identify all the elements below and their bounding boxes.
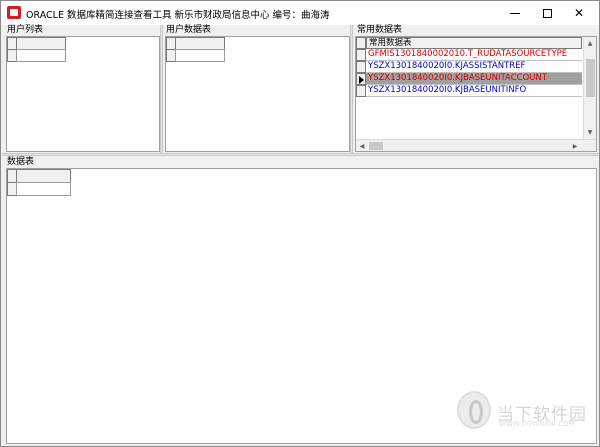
user-list-grid[interactable]: [6, 36, 160, 152]
maximize-icon: [542, 8, 552, 18]
table-row[interactable]: GFMIS1301840002010.T_RUDATASOURCETYPE: [356, 49, 582, 61]
close-icon: ✕: [573, 6, 585, 20]
horizontal-scroll-thumb[interactable]: [369, 142, 383, 150]
user-list-label: 用户列表: [7, 25, 46, 36]
scroll-up-icon[interactable]: ▲: [585, 38, 595, 48]
grid-corner: [356, 37, 366, 49]
common-tables-grid[interactable]: 常用数据表 GFMIS1301840002010.T_RUDATASOURCET…: [356, 37, 583, 139]
title-bar[interactable]: ORACLE 数据库精简连接查看工具 新乐市财政局信息中心 编号：曲海涛 ✕: [1, 1, 599, 25]
table-name-cell[interactable]: YSZX1301840020I0.KJASSISTANTREF: [366, 61, 582, 73]
client-area: 用户列表 用户数据表 常用数据表 常用数据表 GFMIS130184000201…: [2, 25, 599, 446]
vertical-scroll-thumb[interactable]: [586, 59, 595, 97]
horizontal-scrollbar[interactable]: ◀ ▶: [356, 139, 596, 151]
splitter-left[interactable]: [160, 25, 163, 153]
row-indicator[interactable]: [356, 73, 366, 85]
splitter-horizontal[interactable]: [2, 153, 599, 156]
watermark: 当下软件园 WWW.DOWNXIA.COM: [453, 391, 593, 431]
table-row[interactable]: YSZX1301840020I0.KJASSISTANTREF: [356, 61, 582, 73]
scroll-down-icon[interactable]: ▼: [585, 127, 595, 137]
current-row-pointer-icon: [359, 76, 364, 84]
row-indicator[interactable]: [356, 49, 366, 61]
grid-column-header[interactable]: [16, 169, 71, 183]
app-icon: [7, 6, 21, 19]
user-tables-grid[interactable]: [165, 36, 350, 152]
column-header[interactable]: 常用数据表: [366, 37, 582, 49]
scroll-left-icon[interactable]: ◀: [357, 141, 367, 151]
minimize-button[interactable]: [499, 1, 531, 25]
grid-cell[interactable]: [175, 49, 225, 62]
common-tables-label: 常用数据表: [357, 25, 405, 36]
scroll-right-icon[interactable]: ▶: [570, 141, 580, 151]
vertical-scrollbar[interactable]: ▲ ▼: [583, 37, 596, 139]
table-name-cell[interactable]: YSZX1301840020I0.KJBASEUNITACCOUNT: [366, 73, 582, 85]
watermark-logo-icon: [457, 391, 491, 429]
grid-cell[interactable]: [16, 49, 66, 62]
table-row[interactable]: YSZX1301840020I0.KJBASEUNITINFO: [356, 85, 582, 97]
minimize-icon: [510, 12, 520, 14]
table-row-selected[interactable]: YSZX1301840020I0.KJBASEUNITACCOUNT: [356, 73, 582, 85]
watermark-url: WWW.DOWNXIA.COM: [499, 420, 575, 428]
close-button[interactable]: ✕: [563, 1, 595, 25]
table-name-cell[interactable]: GFMIS1301840002010.T_RUDATASOURCETYPE: [366, 49, 582, 61]
data-table-label: 数据表: [7, 157, 37, 168]
row-indicator[interactable]: [356, 61, 366, 73]
table-name-cell[interactable]: YSZX1301840020I0.KJBASEUNITINFO: [366, 85, 582, 97]
app-window: ORACLE 数据库精简连接查看工具 新乐市财政局信息中心 编号：曲海涛 ✕ 用…: [0, 0, 600, 447]
grid-cell[interactable]: [16, 182, 71, 196]
window-title: ORACLE 数据库精简连接查看工具 新乐市财政局信息中心 编号：曲海涛: [26, 10, 330, 21]
user-tables-label: 用户数据表: [166, 25, 214, 36]
grid-header-row: 常用数据表: [356, 37, 582, 49]
row-indicator[interactable]: [356, 85, 366, 97]
common-tables-panel: 常用数据表 GFMIS1301840002010.T_RUDATASOURCET…: [355, 36, 597, 152]
splitter-right[interactable]: [350, 25, 353, 153]
maximize-button[interactable]: [531, 1, 563, 25]
